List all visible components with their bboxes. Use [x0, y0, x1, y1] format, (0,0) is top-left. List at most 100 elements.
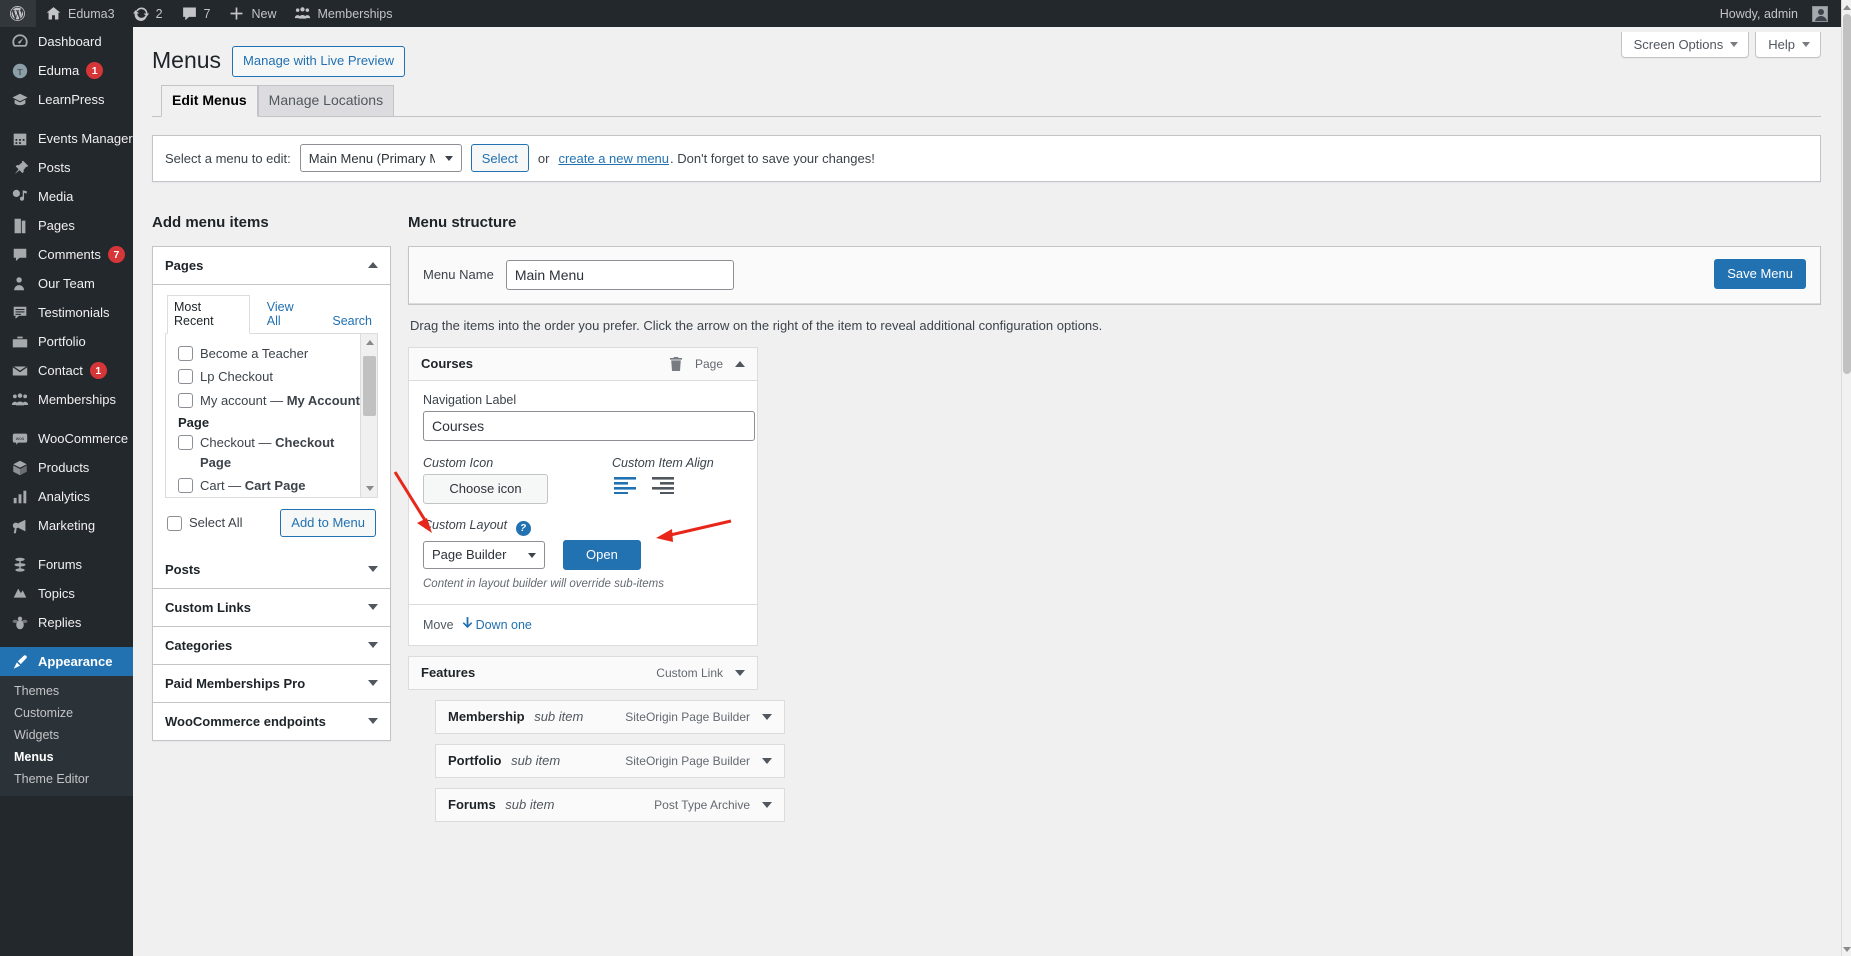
sidebar-item-replies[interactable]: Replies: [0, 608, 133, 637]
chevron-down-icon[interactable]: [368, 566, 378, 573]
list-item[interactable]: Checkout — Checkout Page: [178, 432, 367, 475]
sidebar-item-eduma[interactable]: T Eduma 1: [0, 56, 133, 85]
page-checkbox[interactable]: [178, 345, 193, 361]
scrollbar-thumb[interactable]: [363, 355, 376, 416]
sidebar-item-events-manager[interactable]: Events Manager: [0, 124, 133, 153]
sidebar-item-portfolio[interactable]: Portfolio: [0, 327, 133, 356]
menu-item-portfolio-header[interactable]: Portfolio sub item SiteOrigin Page Build…: [435, 743, 785, 778]
pages-panel-header[interactable]: Pages: [153, 246, 390, 285]
align-right-icon[interactable]: [650, 474, 676, 496]
screen-options-button[interactable]: Screen Options: [1620, 32, 1750, 58]
select-button[interactable]: Select: [470, 144, 529, 173]
memberships-button[interactable]: Memberships: [285, 0, 401, 27]
select-all-label[interactable]: Select All: [189, 515, 242, 530]
chevron-down-icon[interactable]: [735, 669, 745, 676]
window-scrollbar[interactable]: [1841, 0, 1851, 956]
sidebar-item-forums[interactable]: Forums: [0, 550, 133, 579]
sidebar-item-learnpress[interactable]: LearnPress: [0, 85, 133, 114]
submenu-item-menus[interactable]: Menus: [0, 746, 133, 768]
menu-item-features-header[interactable]: Features Custom Link: [408, 655, 758, 690]
scroll-up-icon[interactable]: [1842, 0, 1851, 14]
sidebar-item-dashboard[interactable]: Dashboard: [0, 27, 133, 56]
submenu-item-customize[interactable]: Customize: [0, 702, 133, 724]
sidebar-item-marketing[interactable]: Marketing: [0, 511, 133, 540]
sidebar-item-comments[interactable]: Comments 7: [0, 240, 133, 269]
chevron-down-icon[interactable]: [368, 604, 378, 611]
sidebar-item-contact[interactable]: Contact 1: [0, 356, 133, 385]
align-left-icon[interactable]: [612, 474, 638, 496]
page-label[interactable]: Lp Checkout: [200, 367, 273, 387]
chevron-up-icon[interactable]: [368, 262, 378, 269]
sidebar-item-products[interactable]: Products: [0, 453, 133, 482]
tab-most-recent[interactable]: Most Recent: [167, 294, 250, 334]
menu-name-input[interactable]: [505, 259, 734, 290]
sidebar-item-topics[interactable]: Topics: [0, 579, 133, 608]
help-button[interactable]: Help: [1755, 32, 1821, 58]
tab-edit-menus[interactable]: Edit Menus: [161, 85, 258, 117]
list-item[interactable]: Lp Checkout: [178, 366, 367, 390]
create-new-menu-link[interactable]: create a new menu: [558, 151, 669, 166]
page-label[interactable]: Become a Teacher: [200, 344, 308, 364]
chevron-down-icon[interactable]: [762, 801, 772, 808]
chevron-down-icon[interactable]: [762, 757, 772, 764]
list-item[interactable]: Cart — Cart Page: [178, 475, 367, 497]
updates-button[interactable]: 2: [124, 0, 172, 27]
submenu-item-theme-editor[interactable]: Theme Editor: [0, 768, 133, 790]
sidebar-item-appearance[interactable]: Appearance: [0, 647, 133, 676]
chevron-down-icon[interactable]: [368, 680, 378, 687]
pages-list-scrollbar[interactable]: [360, 333, 377, 497]
page-label[interactable]: Checkout — Checkout Page: [200, 433, 367, 472]
menu-select[interactable]: Main Menu (Primary Menu): [299, 144, 462, 173]
sidebar-item-analytics[interactable]: Analytics: [0, 482, 133, 511]
posts-panel-header[interactable]: Posts: [153, 550, 390, 589]
custom-links-panel-header[interactable]: Custom Links: [153, 588, 390, 627]
open-layout-button[interactable]: Open: [563, 539, 641, 570]
trash-icon[interactable]: [669, 356, 683, 372]
menu-item-courses-header[interactable]: Courses Page: [408, 346, 758, 381]
scroll-down-icon[interactable]: [1842, 942, 1851, 956]
page-checkbox[interactable]: [178, 369, 193, 385]
page-label[interactable]: Cart — Cart Page: [200, 476, 306, 496]
sidebar-item-pages[interactable]: Pages: [0, 211, 133, 240]
submenu-item-widgets[interactable]: Widgets: [0, 724, 133, 746]
scrollbar-thumb[interactable]: [1843, 14, 1851, 374]
sidebar-item-woocommerce[interactable]: woo WooCommerce: [0, 424, 133, 453]
site-name-button[interactable]: Eduma3: [36, 0, 124, 27]
tab-manage-locations[interactable]: Manage Locations: [257, 85, 395, 116]
sidebar-item-posts[interactable]: Posts: [0, 153, 133, 182]
tab-view-all[interactable]: View All: [261, 296, 316, 333]
page-checkbox[interactable]: [178, 435, 193, 451]
scrollbar-track[interactable]: [1843, 14, 1851, 942]
menu-item-forums-header[interactable]: Forums sub item Post Type Archive: [435, 787, 785, 822]
categories-panel-header[interactable]: Categories: [153, 626, 390, 665]
comments-button[interactable]: 7: [172, 0, 220, 27]
woocommerce-endpoints-panel-header[interactable]: WooCommerce endpoints: [153, 702, 390, 740]
sidebar-item-testimonials[interactable]: Testimonials: [0, 298, 133, 327]
custom-layout-select[interactable]: Page Builder: [423, 540, 545, 569]
tab-search[interactable]: Search: [326, 310, 378, 333]
save-menu-button[interactable]: Save Menu: [1714, 258, 1806, 289]
list-item[interactable]: My account — My Account: [178, 390, 367, 414]
scroll-up-icon[interactable]: [361, 333, 377, 351]
select-all-checkbox[interactable]: [167, 516, 182, 532]
howdy-button[interactable]: Howdy, admin: [1711, 0, 1837, 27]
choose-icon-button[interactable]: Choose icon: [423, 473, 548, 504]
wordpress-logo-button[interactable]: [0, 0, 36, 27]
list-item[interactable]: Become a Teacher: [178, 343, 367, 367]
page-label[interactable]: My account — My Account: [200, 391, 360, 411]
chevron-up-icon[interactable]: [735, 360, 745, 367]
page-checkbox[interactable]: [178, 392, 193, 408]
sidebar-item-memberships[interactable]: Memberships: [0, 385, 133, 414]
chevron-down-icon[interactable]: [762, 713, 772, 720]
account-menu[interactable]: Howdy, admin: [1711, 0, 1841, 27]
sidebar-item-our-team[interactable]: Our Team: [0, 269, 133, 298]
page-checkbox[interactable]: [178, 478, 193, 494]
navigation-label-input[interactable]: [423, 410, 755, 441]
menu-item-membership-header[interactable]: Membership sub item SiteOrigin Page Buil…: [435, 699, 785, 734]
help-question-icon[interactable]: ?: [515, 520, 531, 536]
paid-memberships-pro-panel-header[interactable]: Paid Memberships Pro: [153, 664, 390, 703]
select-all-wrapper[interactable]: Select All: [167, 514, 242, 532]
chevron-down-icon[interactable]: [368, 718, 378, 725]
add-to-menu-button[interactable]: Add to Menu: [280, 508, 376, 537]
manage-with-live-preview-button[interactable]: Manage with Live Preview: [232, 46, 406, 77]
